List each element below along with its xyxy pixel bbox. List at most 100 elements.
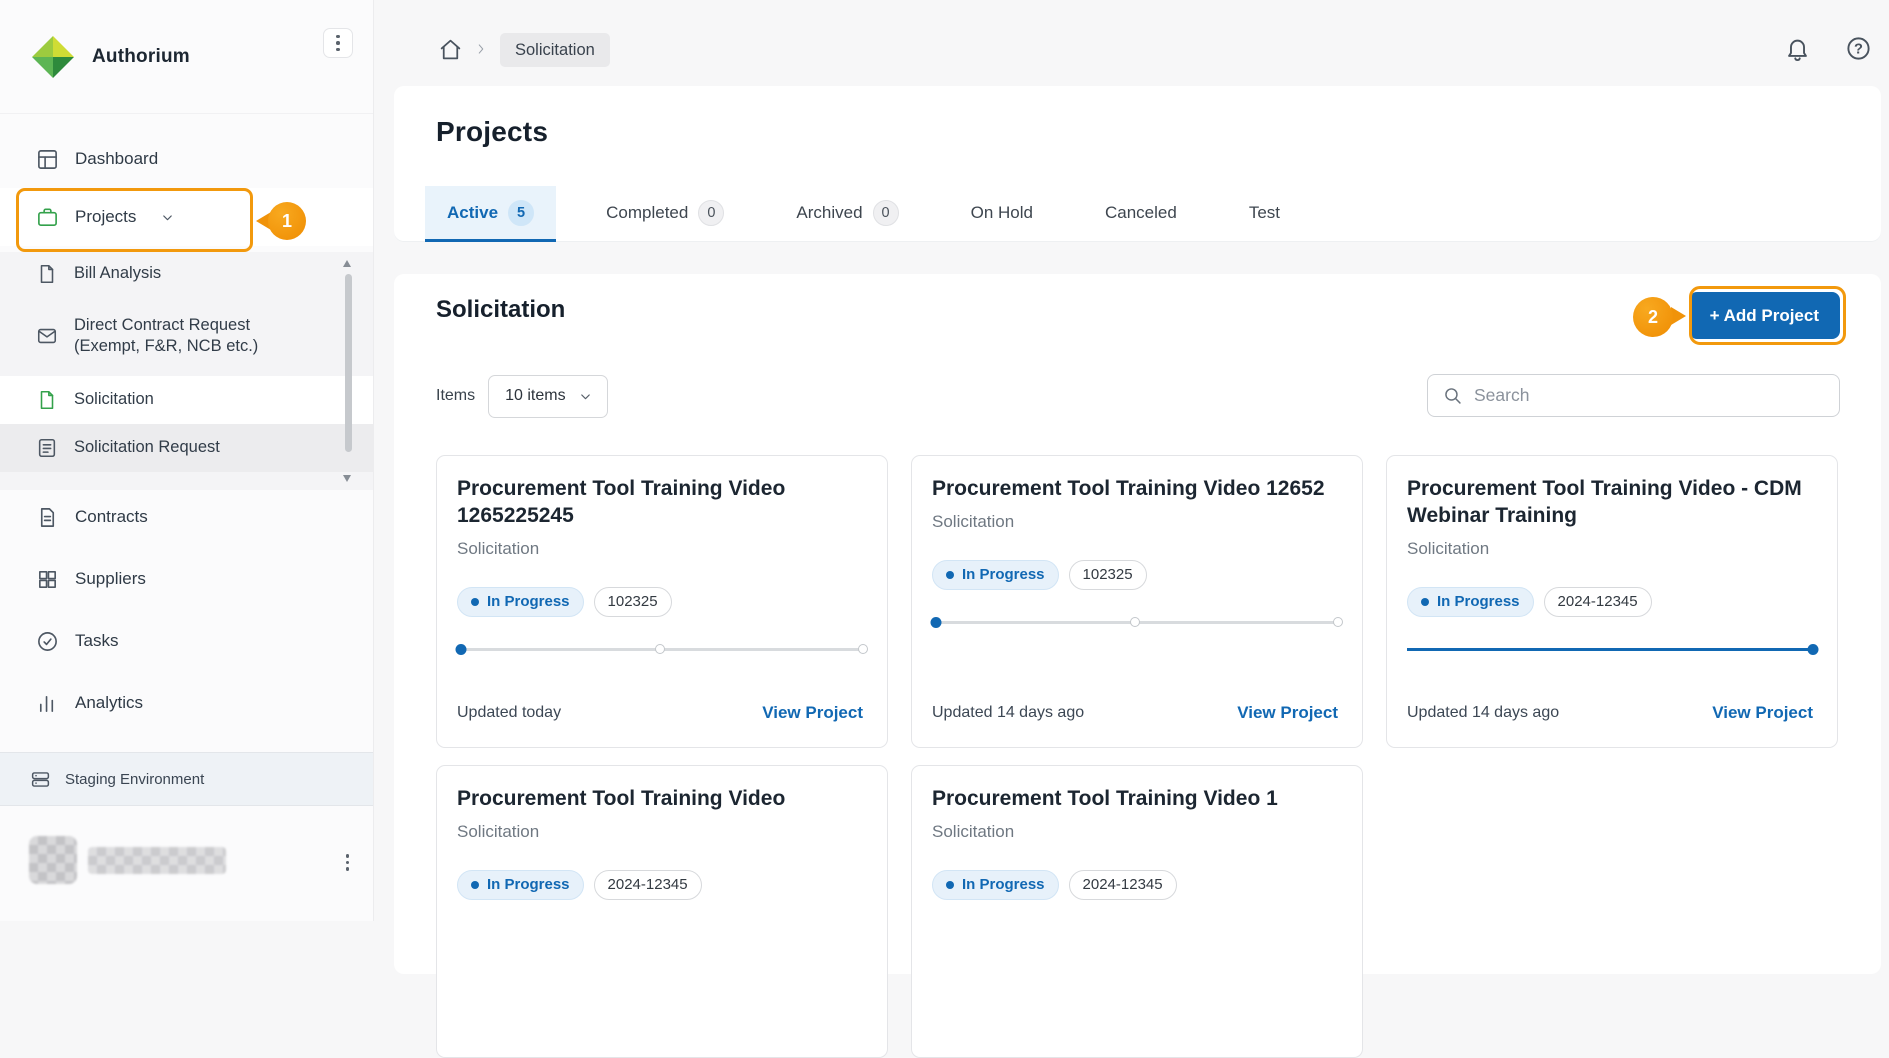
tab-label: Archived — [796, 203, 862, 223]
sidebar-item-solicitation-request[interactable]: Solicitation Request — [0, 424, 373, 472]
tab-count-badge: 0 — [698, 200, 724, 226]
tab-canceled[interactable]: Canceled — [1083, 186, 1199, 242]
project-card: Procurement Tool Training Video Solicita… — [436, 765, 888, 1058]
scrollbar-up-arrow[interactable] — [343, 260, 351, 267]
progress-marker-icon — [1808, 644, 1819, 655]
status-badge: In Progress — [457, 870, 584, 900]
projects-submenu: Bill Analysis Direct Contract Request (E… — [0, 252, 373, 490]
status-badge: In Progress — [932, 870, 1059, 900]
progress-bar — [457, 643, 863, 656]
sidebar-item-label: Solicitation — [74, 389, 290, 410]
updated-timestamp: Updated 14 days ago — [1407, 704, 1559, 722]
status-badge: In Progress — [1407, 587, 1534, 617]
tab-label: Canceled — [1105, 203, 1177, 223]
updated-timestamp: Updated today — [457, 704, 561, 722]
search-input[interactable] — [1474, 385, 1825, 406]
sidebar-item-suppliers[interactable]: Suppliers — [0, 555, 373, 603]
sidebar-item-label: Suppliers — [75, 569, 146, 589]
items-per-page-value: 10 items — [505, 387, 565, 405]
dashboard-icon — [36, 148, 59, 171]
suppliers-icon — [36, 568, 59, 591]
projects-header-panel: Projects Active 5 Completed 0 Archived 0… — [394, 86, 1881, 242]
add-project-button[interactable]: + Add Project — [1689, 292, 1840, 339]
items-label: Items — [436, 387, 475, 405]
breadcrumb-current[interactable]: Solicitation — [500, 33, 610, 67]
status-dot-icon — [946, 571, 954, 579]
sidebar-item-analytics[interactable]: Analytics — [0, 679, 373, 727]
items-per-page-select[interactable]: 10 items — [488, 375, 607, 418]
user-account-row[interactable] — [0, 826, 373, 898]
sidebar-item-projects[interactable]: Projects — [0, 188, 373, 246]
project-type: Solicitation — [932, 512, 1338, 532]
user-name-redacted — [88, 847, 226, 874]
contracts-icon — [36, 506, 59, 529]
sidebar-item-tasks[interactable]: Tasks — [0, 617, 373, 665]
project-cards-grid: Procurement Tool Training Video 12652252… — [436, 455, 1839, 1058]
sidebar-item-label: Bill Analysis — [74, 263, 290, 284]
tab-completed[interactable]: Completed 0 — [584, 186, 746, 242]
sidebar-item-label: Dashboard — [75, 149, 158, 169]
scrollbar-down-arrow[interactable] — [343, 475, 351, 482]
progress-marker-icon — [456, 644, 467, 655]
project-code-badge: 2024-12345 — [1544, 587, 1652, 617]
search-icon — [1442, 385, 1463, 406]
chevron-down-icon — [578, 389, 593, 404]
solicitation-panel: Solicitation + Add Project Items 10 item… — [394, 274, 1881, 974]
sidebar-item-solicitation[interactable]: Solicitation — [0, 376, 373, 424]
sidebar-menu-kebab[interactable] — [323, 28, 353, 58]
project-type: Solicitation — [457, 822, 863, 842]
tab-test[interactable]: Test — [1227, 186, 1302, 242]
project-type: Solicitation — [932, 822, 1338, 842]
status-dot-icon — [471, 881, 479, 889]
project-code-badge: 102325 — [594, 587, 672, 617]
avatar — [29, 836, 77, 884]
sidebar-item-contracts[interactable]: Contracts — [0, 493, 373, 541]
tab-archived[interactable]: Archived 0 — [774, 186, 920, 242]
tab-label: On Hold — [971, 203, 1033, 223]
progress-bar — [1407, 643, 1813, 656]
staging-environment-banner: Staging Environment — [0, 752, 373, 806]
sidebar-item-direct-contract-request[interactable]: Direct Contract Request (Exempt, F&R, NC… — [0, 296, 373, 376]
sidebar-item-dashboard[interactable]: Dashboard — [0, 133, 373, 185]
home-icon[interactable] — [438, 37, 463, 62]
view-project-link[interactable]: View Project — [1237, 703, 1338, 723]
project-code-badge: 102325 — [1069, 560, 1147, 590]
sidebar: Authorium Dashboard Projects Bill Analys — [0, 0, 374, 921]
tab-count-badge: 0 — [873, 200, 899, 226]
sidebar-item-label: Projects — [75, 207, 136, 227]
submenu-scrollbar[interactable] — [345, 274, 352, 452]
tab-count-badge: 5 — [508, 200, 534, 226]
breadcrumb-chevron-icon — [474, 42, 488, 56]
chevron-down-icon — [160, 210, 175, 225]
project-type: Solicitation — [457, 539, 863, 559]
document-icon — [36, 263, 58, 285]
project-card: Procurement Tool Training Video 12652252… — [436, 455, 888, 748]
search-container — [1427, 374, 1840, 417]
tab-on-hold[interactable]: On Hold — [949, 186, 1055, 242]
document-icon — [36, 389, 58, 411]
sidebar-item-label: Analytics — [75, 693, 143, 713]
page-title: Projects — [436, 116, 548, 148]
view-project-link[interactable]: View Project — [762, 703, 863, 723]
project-code-badge: 2024-12345 — [594, 870, 702, 900]
project-code-badge: 2024-12345 — [1069, 870, 1177, 900]
app-name: Authorium — [92, 46, 190, 68]
project-title: Procurement Tool Training Video 12652 — [932, 476, 1338, 503]
project-title: Procurement Tool Training Video 1 — [932, 786, 1338, 813]
user-menu-kebab[interactable] — [340, 848, 356, 877]
notifications-bell-icon[interactable] — [1784, 35, 1811, 62]
tab-label: Test — [1249, 203, 1280, 223]
status-dot-icon — [946, 881, 954, 889]
help-icon[interactable]: ? — [1845, 35, 1872, 62]
sidebar-item-bill-analysis[interactable]: Bill Analysis — [0, 252, 373, 296]
project-title: Procurement Tool Training Video 12652252… — [457, 476, 863, 530]
authorium-logo-icon — [29, 33, 77, 81]
sidebar-item-label: Contracts — [75, 507, 148, 527]
sidebar-header: Authorium — [0, 0, 373, 114]
view-project-link[interactable]: View Project — [1712, 703, 1813, 723]
tab-active[interactable]: Active 5 — [425, 186, 556, 242]
project-type: Solicitation — [1407, 539, 1813, 559]
envelope-icon — [36, 325, 58, 347]
tasks-icon — [36, 630, 59, 653]
progress-bar — [932, 616, 1338, 629]
